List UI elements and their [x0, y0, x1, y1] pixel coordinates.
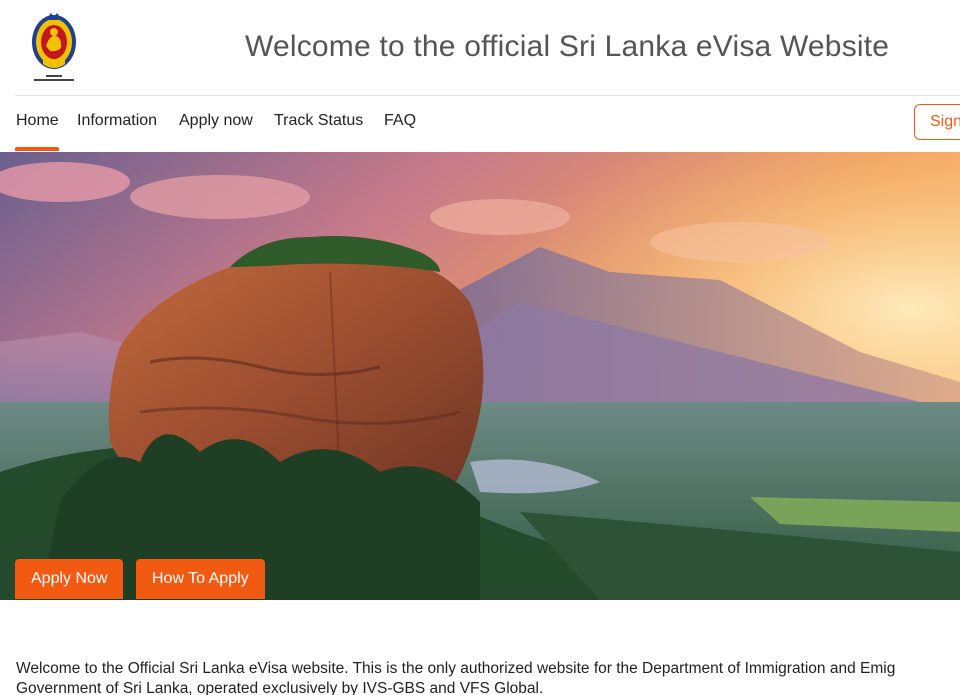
nav-item-information[interactable]: Information [77, 112, 157, 130]
intro-line-2: Government of Sri Lanka, operated exclus… [16, 680, 544, 695]
nav-item-apply-now[interactable]: Apply now [179, 112, 253, 130]
how-to-apply-button[interactable]: How To Apply [136, 559, 265, 599]
nav-active-indicator [15, 147, 59, 151]
apply-now-button[interactable]: Apply Now [15, 559, 124, 599]
intro-line-1: Welcome to the Official Sri Lanka eVisa … [16, 660, 896, 677]
site-title: Welcome to the official Sri Lanka eVisa … [245, 30, 890, 63]
sign-in-button[interactable]: Sign [914, 104, 960, 140]
site-header: Welcome to the official Sri Lanka eVisa … [0, 0, 960, 95]
intro-text: Welcome to the Official Sri Lanka eVisa … [16, 659, 960, 695]
nav-item-faq[interactable]: FAQ [384, 112, 416, 130]
hero-banner: Apply Now How To Apply [0, 152, 960, 600]
nav-item-track-status[interactable]: Track Status [274, 112, 363, 130]
nav-item-home[interactable]: Home [16, 112, 59, 130]
page: Welcome to the official Sri Lanka eVisa … [0, 0, 960, 695]
sri-lanka-immigration-emblem-icon[interactable] [28, 12, 80, 86]
main-nav: Home Information Apply now Track Status … [0, 96, 960, 152]
sigiriya-hero-image [0, 152, 960, 600]
